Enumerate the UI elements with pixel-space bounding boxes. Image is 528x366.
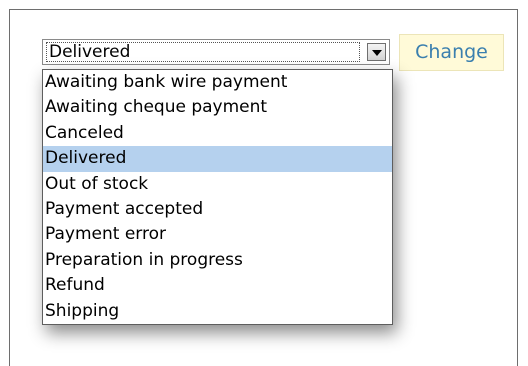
status-dropdown-list: Awaiting bank wire payment Awaiting cheq… xyxy=(42,69,393,325)
chevron-down-icon[interactable] xyxy=(367,43,386,61)
option-preparation-in-progress[interactable]: Preparation in progress xyxy=(43,248,392,273)
selected-value: Delivered xyxy=(49,42,131,62)
option-out-of-stock[interactable]: Out of stock xyxy=(43,172,392,197)
option-payment-accepted[interactable]: Payment accepted xyxy=(43,197,392,222)
option-canceled[interactable]: Canceled xyxy=(43,121,392,146)
option-delivered[interactable]: Delivered xyxy=(43,146,392,172)
order-status-select[interactable]: Delivered xyxy=(42,39,390,65)
option-awaiting-bank-wire[interactable]: Awaiting bank wire payment xyxy=(43,70,392,95)
option-awaiting-cheque[interactable]: Awaiting cheque payment xyxy=(43,95,392,120)
option-refund[interactable]: Refund xyxy=(43,273,392,298)
option-shipping[interactable]: Shipping xyxy=(43,299,392,324)
change-button[interactable]: Change xyxy=(399,34,504,71)
option-payment-error[interactable]: Payment error xyxy=(43,222,392,247)
